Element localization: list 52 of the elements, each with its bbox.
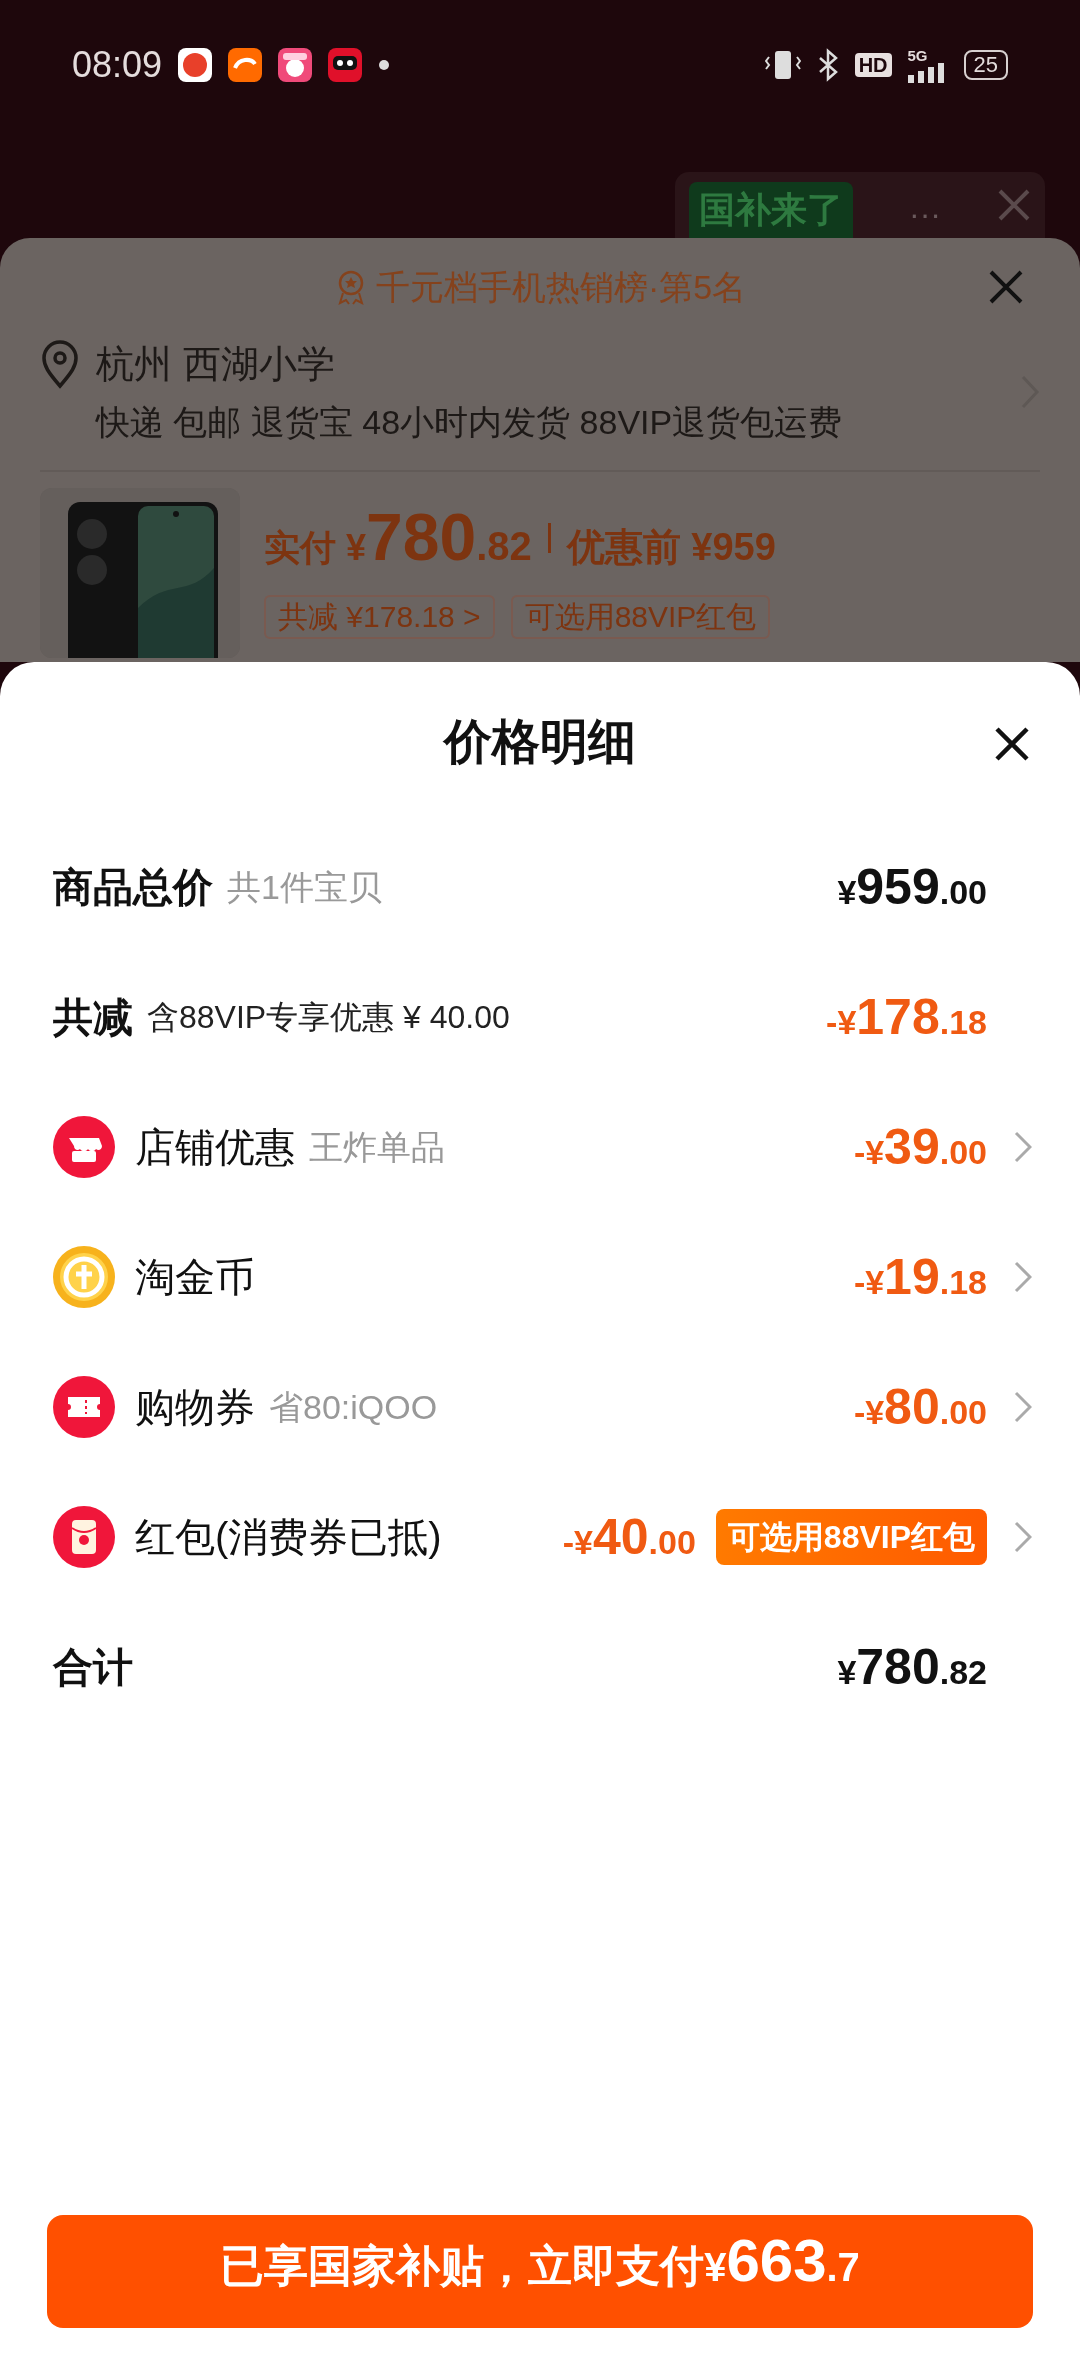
row-label: 购物券 [135, 1384, 255, 1431]
discount-tag[interactable]: 可选用88VIP红包 [510, 595, 771, 639]
hd-label: HD [854, 53, 892, 77]
subsidy-banner[interactable]: 国补来了 [689, 182, 853, 238]
vibrate-icon [764, 49, 801, 81]
location-pin-icon [40, 340, 80, 390]
row-note: 省80:iQOO [269, 1386, 438, 1428]
pay-button[interactable]: 已享国家补贴，立即支付¥663.7 [47, 2215, 1033, 2328]
row-note: 共1件宝贝 [227, 866, 382, 908]
amount-text: ¥780.82 [837, 1637, 987, 1697]
amount-text: -¥178.18 [826, 987, 987, 1047]
row-label: 合计 [53, 1644, 133, 1691]
amount-text: -¥40.00 [562, 1507, 696, 1567]
row-label: 商品总价 [53, 864, 213, 911]
row-label: 红包(消费券已抵) [135, 1514, 442, 1561]
close-icon[interactable] [988, 269, 1024, 305]
app-icon [328, 48, 363, 82]
chevron-right-icon[interactable] [1014, 1131, 1032, 1163]
close-button[interactable] [994, 726, 1030, 762]
app-icon [178, 48, 213, 82]
row-label: 店铺优惠 [135, 1124, 295, 1171]
row-note: 王炸单品 [309, 1126, 445, 1168]
clock-text: 08:09 [72, 43, 163, 87]
app-icon [228, 48, 263, 82]
original-price: 优惠前 ¥959 [566, 525, 776, 570]
chevron-right-icon[interactable] [1014, 1521, 1032, 1553]
paid-price: 实付 ¥780.82 [264, 499, 532, 576]
notification-dot-icon [378, 59, 391, 71]
ticket-icon [53, 1376, 115, 1438]
discount-tag[interactable]: 共减 ¥178.18 > [264, 595, 495, 639]
store-icon [53, 1116, 115, 1178]
row-label: 共减 [53, 994, 133, 1041]
envelope-icon [53, 1506, 115, 1568]
app-icon [278, 48, 313, 82]
more-text: ··· [909, 195, 941, 234]
delivery-services-text: 快递 包邮 退货宝 48小时内发货 88VIP退货包运费 [96, 402, 844, 443]
amount-text: ¥959.00 [837, 857, 987, 917]
ranking-text: 千元档手机热销榜·第5名 [375, 266, 747, 308]
amount-text: -¥19.18 [853, 1247, 987, 1307]
coin-icon [53, 1246, 115, 1308]
amount-text: -¥80.00 [853, 1377, 987, 1437]
vip-coupon-tag[interactable]: 可选用88VIP红包 [715, 1509, 987, 1565]
network-label: 5G [907, 47, 929, 63]
sheet-title: 价格明细 [444, 714, 636, 770]
address-text: 杭州 西湖小学 [96, 342, 336, 387]
chevron-right-icon[interactable] [1014, 1261, 1032, 1293]
amount-text: -¥39.00 [853, 1117, 987, 1177]
battery-level: 25 [963, 49, 1008, 81]
row-label: 淘金币 [135, 1254, 255, 1301]
chevron-right-icon[interactable] [1014, 1391, 1032, 1423]
close-icon[interactable] [997, 188, 1031, 222]
row-note: 含88VIP专享优惠 ¥ 40.00 [147, 998, 510, 1037]
